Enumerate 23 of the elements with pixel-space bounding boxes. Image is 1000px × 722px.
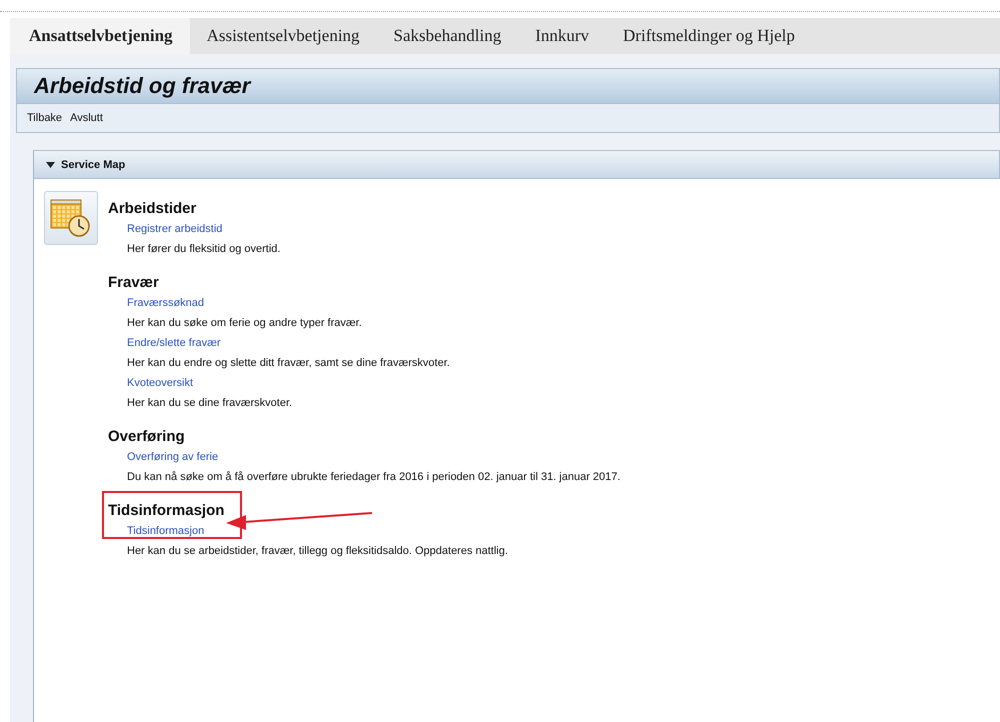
section-heading: Tidsinformasjon bbox=[108, 501, 224, 521]
service-map-header[interactable]: Service Map bbox=[34, 150, 1000, 179]
service-description: Her kan du søke om ferie og andre typer fravær. bbox=[127, 316, 362, 331]
section-heading: Fravær bbox=[108, 273, 159, 293]
service-link[interactable]: Fraværssøknad bbox=[127, 293, 204, 313]
service-description: Her kan du se arbeidstider, fravær, tillegg og fleksitidsaldo. Oppdateres nattlig. bbox=[127, 544, 508, 559]
service-link[interactable]: Registrer arbeidstid bbox=[127, 219, 222, 239]
service-link[interactable]: Overføring av ferie bbox=[127, 447, 218, 467]
tab[interactable]: Ansattselvbetjening bbox=[10, 18, 190, 54]
service-description: Her kan du endre og slette ditt fravær, samt se dine fraværskvoter. bbox=[127, 356, 450, 371]
service-description: Du kan nå søke om å få overføre ubrukte feriedager fra 2016 i perioden 02. januar til 31. januar 2017. bbox=[127, 470, 620, 485]
panel-title: Service Map bbox=[61, 158, 126, 170]
toolbar-link[interactable]: Tilbake bbox=[27, 112, 62, 124]
section-heading: Overføring bbox=[108, 427, 185, 447]
service-link[interactable]: Kvoteoversikt bbox=[127, 373, 194, 393]
toolbar-link[interactable]: Avslutt bbox=[70, 112, 103, 124]
page-title: Arbeidstid og fravær bbox=[16, 68, 1000, 103]
service-description: Her fører du fleksitid og overtid. bbox=[127, 242, 280, 257]
service-description: Her kan du se dine fraværskvoter. bbox=[127, 396, 292, 411]
section-heading: Arbeidstider bbox=[108, 199, 196, 219]
service-link[interactable]: Endre/slette fravær bbox=[127, 333, 221, 353]
collapse-triangle-icon[interactable] bbox=[46, 162, 55, 168]
service-link[interactable]: Tidsinformasjon bbox=[127, 521, 204, 541]
